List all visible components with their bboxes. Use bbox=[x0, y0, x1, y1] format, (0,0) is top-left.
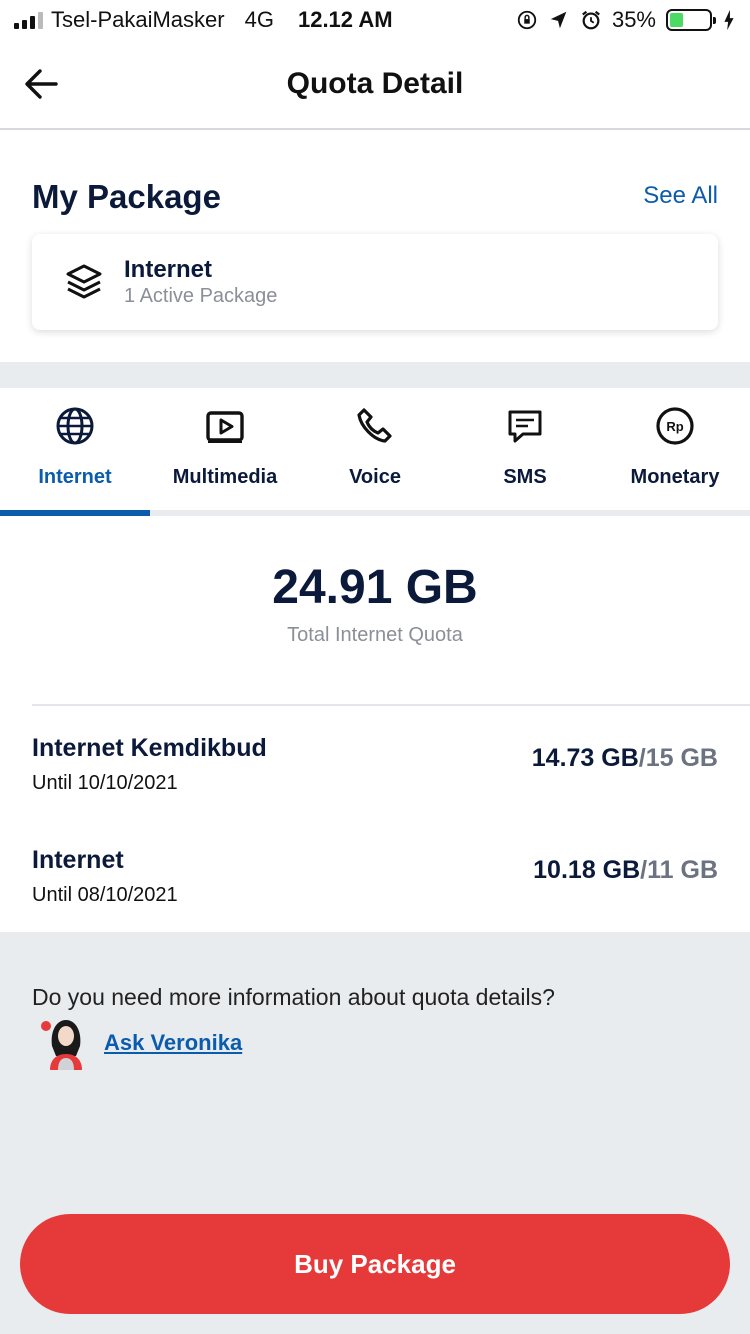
quota-item-name: Internet Kemdikbud bbox=[32, 734, 267, 762]
ask-veronika-link[interactable]: Ask Veronika bbox=[104, 1030, 242, 1056]
play-icon bbox=[206, 411, 244, 443]
phone-icon bbox=[357, 408, 392, 443]
charging-icon bbox=[724, 9, 734, 31]
signal-icon bbox=[14, 11, 43, 29]
location-icon bbox=[550, 11, 567, 29]
tab-label: Multimedia bbox=[172, 466, 278, 488]
quota-item-name: Internet bbox=[32, 846, 124, 874]
quota-item: Internet Kemdikbud Until 10/10/2021 14.7… bbox=[32, 734, 718, 804]
back-arrow-icon[interactable] bbox=[22, 64, 62, 104]
status-bar: Tsel-PakaiMasker 4G 12.12 AM 35% bbox=[0, 0, 750, 40]
tab-label: Monetary bbox=[630, 466, 720, 488]
quota-total: 11 GB bbox=[647, 856, 718, 884]
quota-item-amount: 14.73 GB/15 GB bbox=[532, 744, 718, 773]
total-quota-label: Total Internet Quota bbox=[287, 624, 463, 646]
tab-monetary[interactable]: Rp Monetary bbox=[600, 388, 750, 510]
tab-label: Voice bbox=[349, 466, 401, 488]
rupiah-icon: Rp bbox=[656, 407, 694, 445]
quota-item-until: Until 08/10/2021 bbox=[32, 884, 178, 906]
tab-label: Internet bbox=[38, 466, 112, 488]
section-title: My Package bbox=[32, 178, 221, 215]
tab-voice[interactable]: Voice bbox=[300, 388, 450, 510]
info-question: Do you need more information about quota… bbox=[32, 984, 555, 1010]
quota-separator: / bbox=[638, 744, 646, 772]
package-status: 1 Active Package bbox=[124, 285, 278, 307]
tab-label: SMS bbox=[503, 466, 547, 488]
battery-percent: 35% bbox=[611, 7, 656, 32]
quota-item: Internet Until 08/10/2021 10.18 GB/11 GB bbox=[32, 846, 718, 916]
battery-icon bbox=[666, 9, 716, 31]
quota-used: 10.18 GB bbox=[533, 856, 641, 884]
veronika-avatar-icon bbox=[41, 1020, 82, 1070]
quota-section: 24.91 GB Total Internet Quota Internet K… bbox=[0, 516, 750, 932]
buy-package-button[interactable]: Buy Package bbox=[20, 1214, 730, 1314]
package-card[interactable]: Internet 1 Active Package bbox=[32, 234, 718, 330]
layers-icon bbox=[66, 264, 102, 299]
quota-total: 15 GB bbox=[645, 744, 718, 772]
quota-item-until: Until 10/10/2021 bbox=[32, 772, 178, 794]
status-time: 12.12 AM bbox=[297, 7, 393, 32]
tab-internet[interactable]: Internet bbox=[0, 388, 150, 516]
globe-icon bbox=[56, 407, 94, 445]
divider bbox=[32, 704, 750, 706]
total-quota-value: 24.91 GB bbox=[272, 561, 478, 614]
alarm-icon bbox=[582, 10, 600, 30]
my-package-section: My Package See All Internet 1 Active Pac… bbox=[0, 130, 750, 362]
package-name: Internet bbox=[124, 256, 213, 283]
network-type: 4G bbox=[244, 7, 274, 32]
carrier-name: Tsel-PakaiMasker bbox=[51, 7, 225, 32]
svg-text:Rp: Rp bbox=[666, 419, 683, 434]
page-title: Quota Detail bbox=[286, 67, 464, 100]
quota-tabs: Internet Multimedia Voice SMS Rp Monetar… bbox=[0, 388, 750, 516]
quota-item-amount: 10.18 GB/11 GB bbox=[533, 856, 718, 885]
app-header: Quota Detail bbox=[0, 40, 750, 130]
tab-multimedia[interactable]: Multimedia bbox=[150, 388, 300, 510]
chat-icon bbox=[508, 410, 542, 443]
quota-used: 14.73 GB bbox=[531, 744, 639, 772]
rotation-lock-icon bbox=[517, 10, 537, 30]
see-all-link[interactable]: See All bbox=[643, 182, 718, 210]
tab-sms[interactable]: SMS bbox=[450, 388, 600, 510]
